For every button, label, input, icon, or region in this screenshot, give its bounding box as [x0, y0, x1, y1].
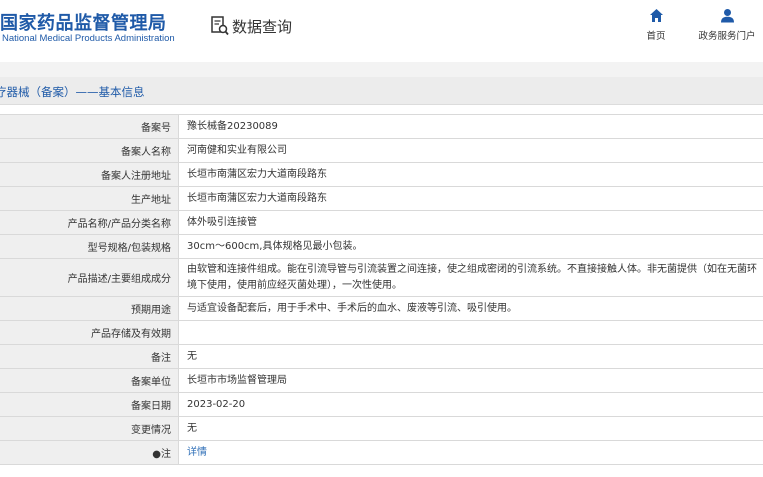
row-value: 与适宜设备配套后，用于手术中、手术后的血水、废液等引流、吸引使用。: [179, 297, 763, 320]
row-value: 体外吸引连接管: [179, 211, 763, 234]
detail-table: 备案号 豫长械备20230089 备案人名称 河南健和实业有限公司 备案人注册地…: [0, 114, 763, 465]
table-row: ●注 详情: [0, 441, 763, 465]
header-divider-strip: [0, 62, 763, 77]
table-row: 生产地址 长垣市南蒲区宏力大道南段路东: [0, 187, 763, 211]
row-label: 备注: [0, 345, 179, 368]
site-logo-cn[interactable]: 国家药品监督管理局: [0, 9, 167, 35]
row-label: 备案日期: [0, 393, 179, 416]
home-icon: [649, 9, 663, 22]
table-row: 备案人注册地址 长垣市南蒲区宏力大道南段路东: [0, 163, 763, 187]
row-label: 产品存储及有效期: [0, 321, 179, 344]
section-title-bar: 疗器械（备案）——基本信息: [0, 77, 763, 105]
row-label: 备案号: [0, 115, 179, 138]
row-label: 预期用途: [0, 297, 179, 320]
row-value: 由软管和连接件组成。能在引流导管与引流装置之间连接，使之组成密闭的引流系统。不直…: [179, 259, 763, 296]
row-value: 长垣市市场监督管理局: [179, 369, 763, 392]
row-value: 河南健和实业有限公司: [179, 139, 763, 162]
table-row: 产品名称/产品分类名称 体外吸引连接管: [0, 211, 763, 235]
row-label: 型号规格/包装规格: [0, 235, 179, 258]
user-icon: [720, 9, 734, 23]
table-row: 备案人名称 河南健和实业有限公司: [0, 139, 763, 163]
row-value: 详情: [179, 441, 763, 464]
data-query-label: 数据查询: [232, 17, 293, 36]
row-value: [179, 321, 763, 344]
row-label: 备案单位: [0, 369, 179, 392]
site-header: 国家药品监督管理局 National Medical Products Admi…: [0, 0, 763, 62]
row-value: 长垣市南蒲区宏力大道南段路东: [179, 187, 763, 210]
document-search-icon: [211, 16, 229, 36]
table-row: 变更情况 无: [0, 417, 763, 441]
nav-gov-service[interactable]: 政务服务门户: [694, 8, 760, 42]
table-row: 备案号 豫长械备20230089: [0, 115, 763, 139]
row-label: 产品描述/主要组成成分: [0, 259, 179, 296]
row-value: 无: [179, 417, 763, 440]
data-query-link[interactable]: 数据查询: [211, 15, 292, 37]
row-label: 备案人注册地址: [0, 163, 179, 186]
table-row: 产品存储及有效期: [0, 321, 763, 345]
nav-home-label: 首页: [646, 31, 666, 42]
table-row: 型号规格/包装规格 30cm～600cm,具体规格见最小包装。: [0, 235, 763, 259]
table-row: 备注 无: [0, 345, 763, 369]
row-value: 豫长械备20230089: [179, 115, 763, 138]
table-row: 备案日期 2023-02-20: [0, 393, 763, 417]
details-link[interactable]: 详情: [187, 445, 207, 461]
nav-home[interactable]: 首页: [636, 8, 676, 42]
section-title: 疗器械（备案）——基本信息: [0, 85, 145, 99]
row-value: 无: [179, 345, 763, 368]
row-label: 备案人名称: [0, 139, 179, 162]
row-label: 生产地址: [0, 187, 179, 210]
row-label: ●注: [0, 441, 179, 464]
row-value: 长垣市南蒲区宏力大道南段路东: [179, 163, 763, 186]
row-label: 产品名称/产品分类名称: [0, 211, 179, 234]
table-row: 预期用途 与适宜设备配套后，用于手术中、手术后的血水、废液等引流、吸引使用。: [0, 297, 763, 321]
nav-gov-label: 政务服务门户: [698, 31, 756, 42]
row-label: 变更情况: [0, 417, 179, 440]
row-value: 30cm～600cm,具体规格见最小包装。: [179, 235, 763, 258]
table-row: 备案单位 长垣市市场监督管理局: [0, 369, 763, 393]
table-row: 产品描述/主要组成成分 由软管和连接件组成。能在引流导管与引流装置之间连接，使之…: [0, 259, 763, 297]
site-logo-en[interactable]: National Medical Products Administration: [2, 33, 175, 44]
row-value: 2023-02-20: [179, 393, 763, 416]
